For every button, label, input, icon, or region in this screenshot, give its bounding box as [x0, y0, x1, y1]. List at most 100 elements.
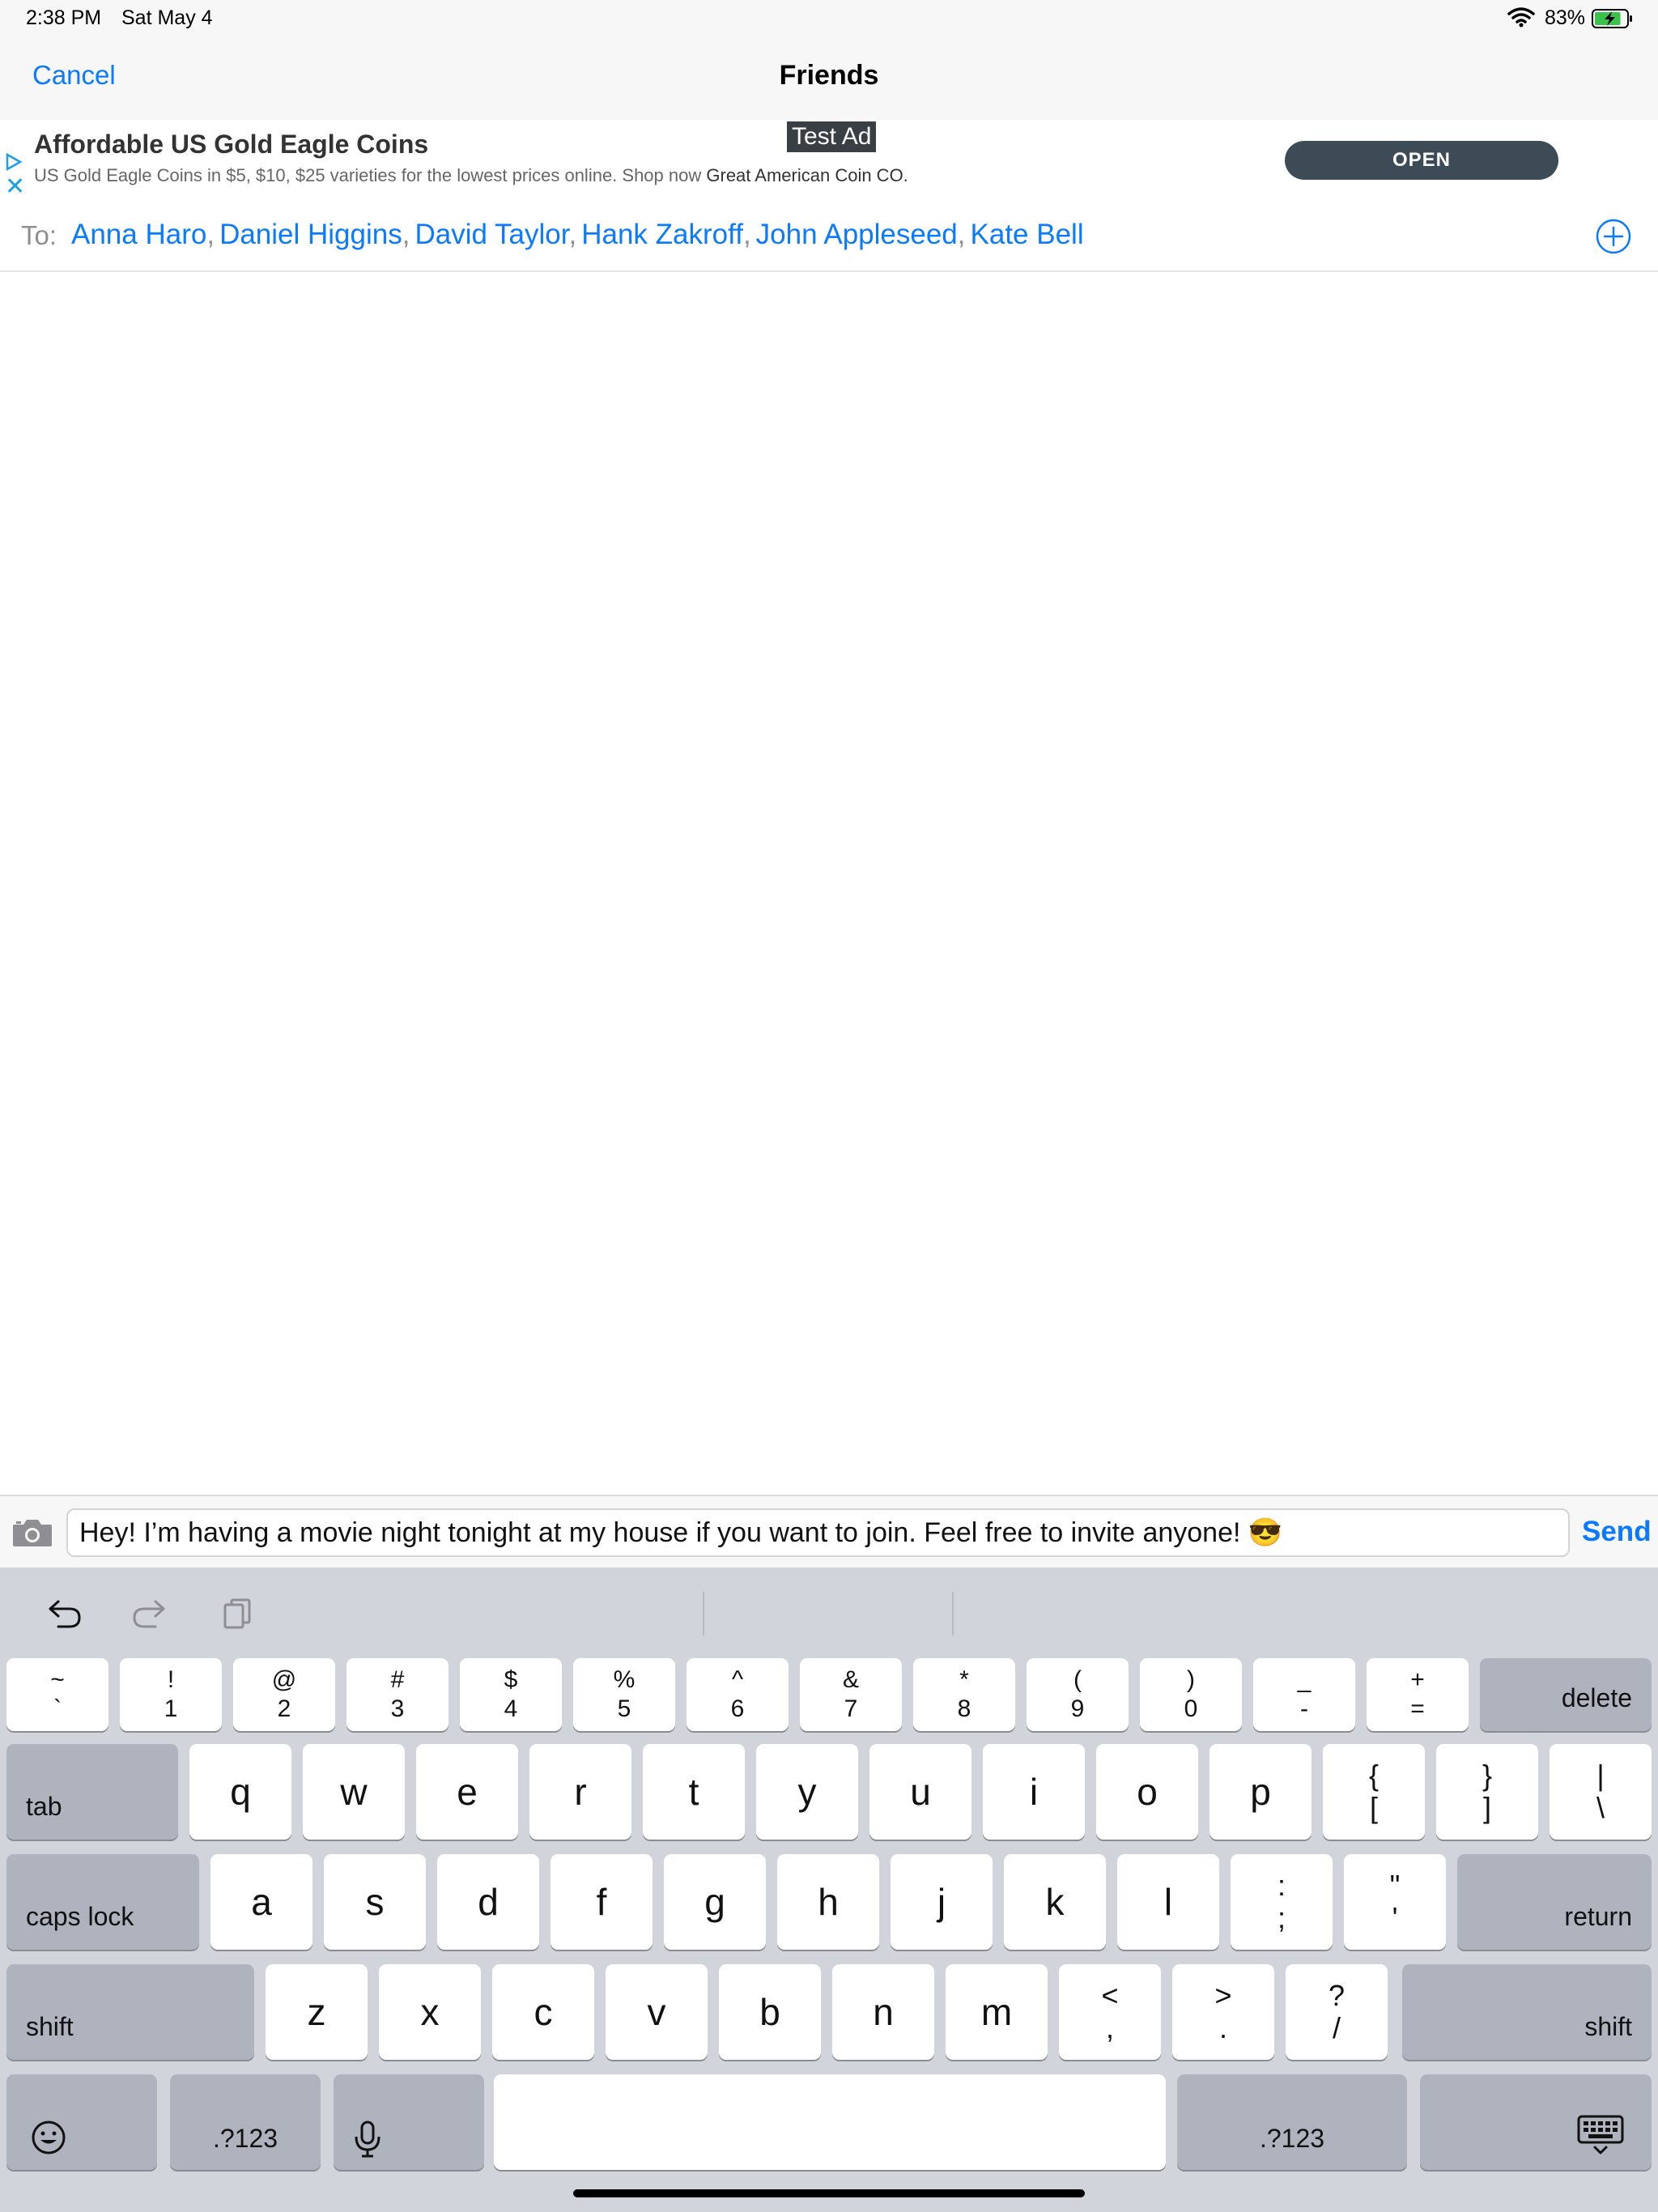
key-2[interactable]: @2 [233, 1658, 335, 1731]
key-p[interactable]: p [1209, 1744, 1312, 1840]
key-z[interactable]: z [266, 1964, 368, 2060]
key-9[interactable]: (9 [1027, 1658, 1129, 1731]
undo-icon[interactable] [45, 1597, 83, 1633]
key-4[interactable]: $4 [460, 1658, 562, 1731]
key-g[interactable]: g [664, 1854, 766, 1950]
key-label: _ [1297, 1666, 1312, 1693]
key-k[interactable]: k [1004, 1854, 1106, 1950]
recipient-name[interactable]: Daniel Higgins [219, 219, 402, 250]
key-backtick[interactable]: ~ ` [6, 1658, 108, 1731]
ad-open-button[interactable]: OPEN [1285, 141, 1558, 180]
message-input[interactable]: Hey! I’m having a movie night tonight at… [66, 1508, 1570, 1557]
key-y[interactable]: y [756, 1744, 858, 1840]
key-equals[interactable]: + = [1367, 1658, 1469, 1731]
key-quote[interactable]: " ' [1344, 1854, 1446, 1950]
emoji-key[interactable] [6, 2074, 157, 2170]
key-label: @ [271, 1666, 297, 1693]
key-t[interactable]: t [643, 1744, 745, 1840]
key-7[interactable]: & 7 [800, 1658, 902, 1731]
key-label: 3 [390, 1695, 405, 1722]
add-recipient-button[interactable] [1596, 219, 1631, 254]
dismiss-keyboard-key[interactable] [1420, 2074, 1652, 2170]
adchoices-play-icon[interactable] [5, 152, 23, 176]
key-j[interactable]: j [891, 1854, 993, 1950]
space-key[interactable] [494, 2074, 1166, 2170]
key-label: m [980, 1991, 1013, 2033]
caps-lock-key[interactable]: caps lock [6, 1854, 199, 1950]
key-label: ] [1482, 1791, 1491, 1824]
recipient-name[interactable]: Kate Bell [971, 219, 1084, 250]
recipient-name[interactable]: Hank Zakroff [581, 219, 743, 250]
ad-banner[interactable]: ✕ Affordable US Gold Eagle Coins US Gold… [0, 120, 1658, 201]
key-b[interactable]: b [719, 1964, 821, 2060]
recipient-name[interactable]: Anna Haro [71, 219, 206, 250]
key-label: * [959, 1666, 969, 1693]
key-bracket-left[interactable]: {[ [1323, 1744, 1425, 1840]
key-3[interactable]: #3 [346, 1658, 449, 1731]
key-m[interactable]: m [946, 1964, 1048, 2060]
key-u[interactable]: u [869, 1744, 971, 1840]
key-1[interactable]: ! 1 [120, 1658, 222, 1731]
shift-left-key[interactable]: shift [6, 1964, 254, 2060]
key-8[interactable]: * 8 [913, 1658, 1015, 1731]
recipients-field[interactable]: To: Anna Haro, Daniel Higgins, David Taylo… [0, 199, 1658, 272]
key-backslash[interactable]: | \ [1550, 1744, 1652, 1840]
key-comma[interactable]: <, [1059, 1964, 1161, 2060]
tab-key[interactable]: tab [6, 1744, 178, 1840]
key-o[interactable]: o [1096, 1744, 1198, 1840]
key-minus[interactable]: _ - [1253, 1658, 1355, 1731]
key-semicolon[interactable]: :; [1231, 1854, 1333, 1950]
key-label: ' [1392, 1901, 1398, 1934]
key-s[interactable]: s [324, 1854, 426, 1950]
key-5[interactable]: % 5 [573, 1658, 675, 1731]
paste-icon[interactable] [222, 1597, 254, 1633]
key-f[interactable]: f [551, 1854, 653, 1950]
key-label: return [1564, 1902, 1632, 1931]
key-n[interactable]: n [832, 1964, 934, 2060]
key-label: $ [504, 1666, 518, 1693]
redo-icon[interactable] [131, 1597, 168, 1633]
key-x[interactable]: x [379, 1964, 481, 2060]
key-label: h [818, 1881, 839, 1923]
recipient-separator: , [742, 219, 751, 250]
cancel-button[interactable]: Cancel [32, 60, 116, 91]
key-e[interactable]: e [416, 1744, 518, 1840]
key-0[interactable]: ) 0 [1140, 1658, 1242, 1731]
key-w[interactable]: w [303, 1744, 405, 1840]
key-period[interactable]: >. [1172, 1964, 1274, 2060]
key-label: + [1410, 1666, 1425, 1693]
key-label: .?123 [212, 2124, 278, 2153]
key-i[interactable]: i [983, 1744, 1085, 1840]
microphone-icon [355, 2121, 380, 2158]
key-v[interactable]: v [606, 1964, 708, 2060]
key-h[interactable]: h [777, 1854, 879, 1950]
shift-right-key[interactable]: shift [1402, 1964, 1652, 2060]
key-label: " [1389, 1869, 1401, 1902]
key-bracket-right[interactable]: }] [1436, 1744, 1538, 1840]
key-slash[interactable]: ? / [1286, 1964, 1388, 2060]
home-indicator[interactable] [573, 2189, 1085, 2197]
key-d[interactable]: d [437, 1854, 539, 1950]
close-icon[interactable]: ✕ [5, 175, 25, 199]
key-r[interactable]: r [529, 1744, 631, 1840]
return-key[interactable]: return [1457, 1854, 1652, 1950]
key-label: o [1137, 1771, 1158, 1813]
key-a[interactable]: a [210, 1854, 312, 1950]
camera-icon[interactable] [11, 1517, 53, 1552]
numbers-right-key[interactable]: .?123 [1177, 2074, 1407, 2170]
send-button[interactable]: Send [1582, 1516, 1652, 1548]
divider [952, 1592, 954, 1636]
ad-title[interactable]: Affordable US Gold Eagle Coins [34, 130, 428, 160]
delete-key[interactable]: delete [1480, 1658, 1652, 1731]
key-label: f [596, 1881, 607, 1923]
key-l[interactable]: l [1117, 1854, 1219, 1950]
key-c[interactable]: c [492, 1964, 594, 2060]
numbers-left-key[interactable]: .?123 [170, 2074, 321, 2170]
key-6[interactable]: ^ 6 [687, 1658, 789, 1731]
recipient-name[interactable]: David Taylor [414, 219, 568, 250]
key-q[interactable]: q [189, 1744, 291, 1840]
recipient-name[interactable]: John Appleseed [756, 219, 958, 250]
keyboard-dismiss-icon [1577, 2115, 1624, 2155]
key-label: n [873, 1991, 894, 2033]
dictation-key[interactable] [334, 2074, 484, 2170]
